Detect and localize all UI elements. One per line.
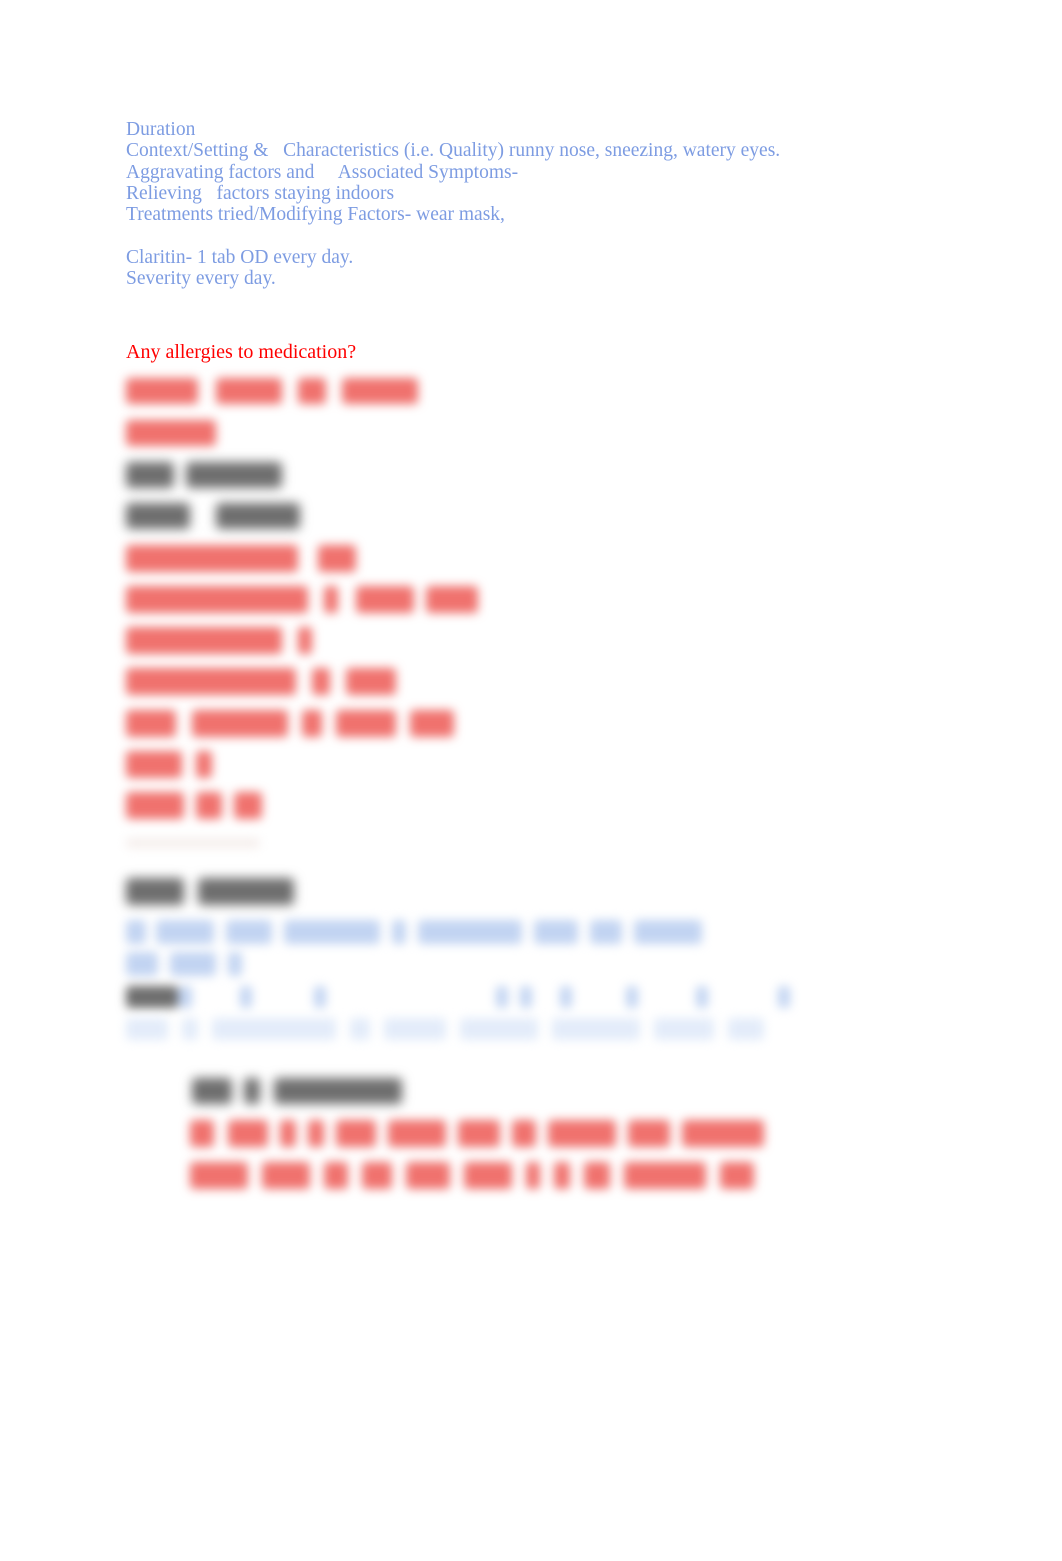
- redacted-medication-line-6: [126, 751, 212, 778]
- redacted-allergy-line-2: [126, 420, 216, 446]
- history-line-claritin: Claritin- 1 tab OD every day.: [126, 246, 354, 268]
- history-line-relieving-factors: Relieving factors staying indoors: [126, 182, 395, 204]
- redacted-social-history-line-3: [126, 986, 846, 1008]
- allergies-question-heading: Any allergies to medication?: [126, 341, 357, 363]
- redacted-allergy-line-4: [126, 503, 300, 529]
- history-line-severity: Severity every day.: [126, 268, 276, 290]
- redacted-closing-line-1: [190, 1120, 764, 1147]
- redacted-closing-line-2: [190, 1162, 754, 1189]
- document-page: Duration Context/Setting & Characteristi…: [0, 0, 1062, 1561]
- redacted-medication-line-5: [126, 710, 454, 737]
- redacted-social-history-line-2: [126, 952, 242, 976]
- redacted-medication-line-3: [126, 627, 312, 654]
- redacted-faint-divider: [126, 838, 260, 848]
- redacted-allergy-line-1: [126, 378, 418, 404]
- history-line-blank: [126, 225, 946, 246]
- history-line-duration: Duration: [126, 119, 196, 140]
- history-line-aggravating-factors: Aggravating factors and Associated Sympt…: [126, 161, 519, 183]
- redacted-social-history-line-4: [126, 1018, 764, 1040]
- history-text-block: Duration Context/Setting & Characteristi…: [126, 119, 946, 289]
- redacted-medication-line-2: [126, 586, 478, 613]
- redacted-medication-line-7: [126, 792, 262, 819]
- redacted-social-history-heading: [126, 878, 294, 905]
- redacted-medication-line-1: [126, 545, 356, 572]
- history-line-context-setting: Context/Setting & Characteristics (i.e. …: [126, 140, 781, 162]
- redacted-allergy-line-3: [126, 462, 282, 488]
- redacted-closing-heading: [192, 1078, 402, 1104]
- redacted-medication-line-4: [126, 668, 396, 695]
- history-line-treatments-tried: Treatments tried/Modifying Factors- wear…: [126, 204, 505, 226]
- redacted-social-history-line-1: [126, 920, 702, 944]
